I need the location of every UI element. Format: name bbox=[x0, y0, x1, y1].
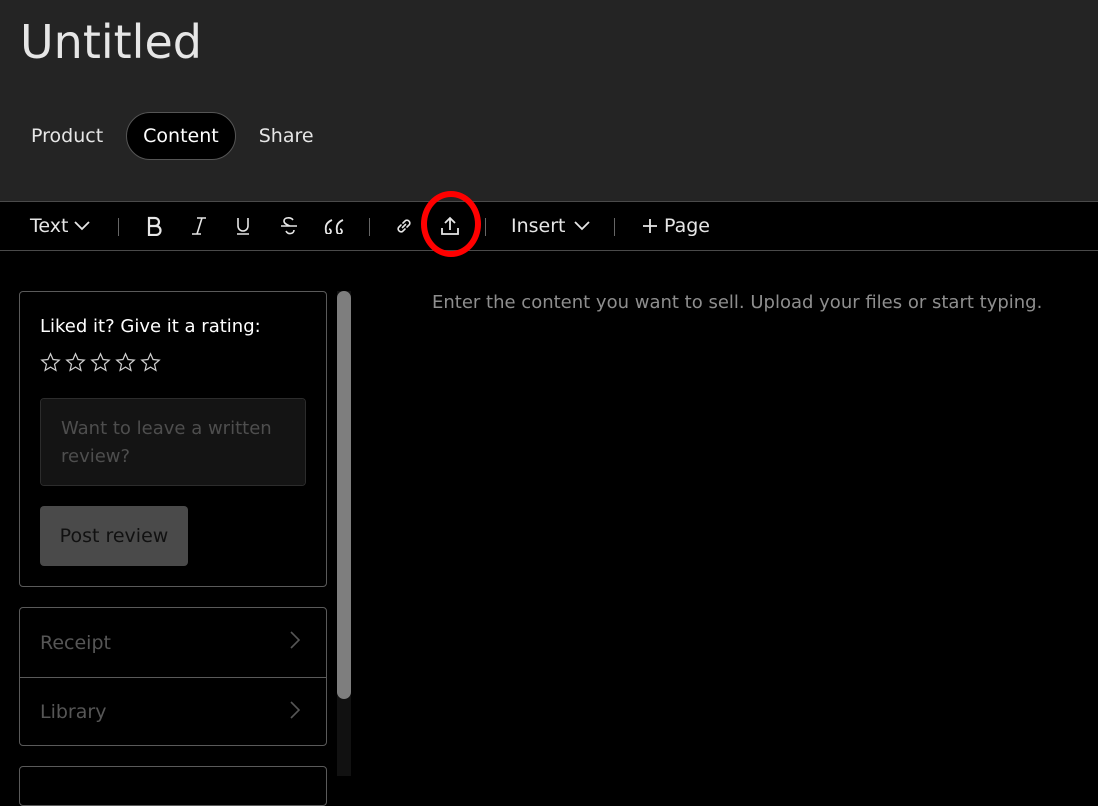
toolbar-divider bbox=[369, 218, 370, 236]
add-page-button[interactable]: Page bbox=[642, 202, 710, 250]
italic-button[interactable] bbox=[191, 202, 207, 250]
library-link[interactable]: Library bbox=[20, 677, 326, 746]
upload-icon bbox=[440, 215, 460, 237]
post-review-button[interactable]: Post review bbox=[40, 506, 188, 566]
library-label: Library bbox=[40, 701, 107, 723]
insert-label: Insert bbox=[511, 215, 566, 237]
editor-toolbar: Text Insert Page bbox=[0, 201, 1098, 251]
chevron-right-icon bbox=[290, 631, 301, 654]
nav-links-card: Receipt Library bbox=[19, 607, 327, 746]
plus-icon bbox=[642, 218, 658, 234]
partial-card bbox=[19, 766, 327, 806]
chevron-down-icon bbox=[74, 221, 91, 231]
rating-title: Liked it? Give it a rating: bbox=[40, 316, 261, 337]
strikethrough-icon bbox=[280, 216, 298, 236]
chevron-right-icon bbox=[290, 700, 301, 724]
star-icon[interactable] bbox=[90, 352, 111, 373]
toolbar-divider bbox=[485, 218, 486, 236]
add-page-label: Page bbox=[664, 215, 710, 237]
tab-content[interactable]: Content bbox=[126, 112, 236, 160]
bold-icon bbox=[146, 216, 162, 236]
star-icon[interactable] bbox=[65, 352, 86, 373]
tab-bar: Product Content Share bbox=[14, 112, 331, 160]
chevron-down-icon bbox=[573, 221, 590, 231]
star-icon[interactable] bbox=[115, 352, 136, 373]
page-title: Untitled bbox=[20, 15, 202, 69]
star-icon[interactable] bbox=[40, 352, 61, 373]
editor-placeholder[interactable]: Enter the content you want to sell. Uplo… bbox=[432, 292, 1042, 313]
strikethrough-button[interactable] bbox=[280, 202, 298, 250]
underline-button[interactable] bbox=[235, 202, 251, 250]
header: Untitled Product Content Share bbox=[0, 0, 1098, 201]
star-icon[interactable] bbox=[140, 352, 161, 373]
toolbar-divider bbox=[118, 218, 119, 236]
insert-dropdown[interactable]: Insert bbox=[511, 202, 590, 250]
tab-share[interactable]: Share bbox=[242, 112, 331, 160]
star-rating bbox=[40, 352, 161, 373]
toolbar-divider bbox=[614, 218, 615, 236]
bold-button[interactable] bbox=[146, 202, 162, 250]
quote-button[interactable] bbox=[324, 202, 346, 250]
text-style-label: Text bbox=[30, 215, 69, 237]
link-icon bbox=[394, 216, 414, 236]
receipt-link[interactable]: Receipt bbox=[20, 608, 326, 677]
tab-product[interactable]: Product bbox=[14, 112, 120, 160]
review-textarea[interactable] bbox=[40, 398, 306, 486]
italic-icon bbox=[191, 216, 207, 236]
underline-icon bbox=[235, 216, 251, 236]
quote-icon bbox=[324, 218, 346, 234]
receipt-label: Receipt bbox=[40, 631, 111, 654]
sidebar-scrollbar-thumb[interactable] bbox=[337, 291, 351, 699]
rating-card: Liked it? Give it a rating: Post review bbox=[19, 291, 327, 587]
link-button[interactable] bbox=[394, 202, 414, 250]
text-style-dropdown[interactable]: Text bbox=[30, 202, 91, 250]
upload-file-button[interactable] bbox=[440, 202, 460, 250]
